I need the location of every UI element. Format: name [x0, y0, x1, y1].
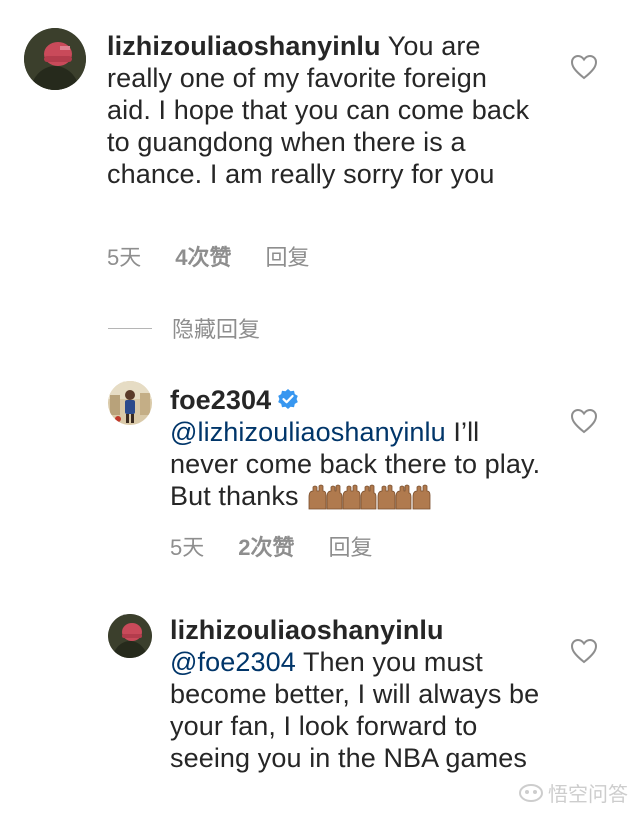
comment-time: 5天: [107, 245, 142, 270]
comment-time: 5天: [170, 535, 205, 560]
comment-meta: 5天 2次赞 回复: [170, 530, 373, 562]
watermark-text: 悟空问答: [548, 784, 628, 806]
mention-link[interactable]: @foe2304: [170, 647, 296, 677]
wukong-logo-icon: [519, 783, 543, 802]
mention-link[interactable]: @lizhizouliaoshanyinlu: [170, 417, 446, 447]
avatar-image: [108, 614, 152, 658]
avatar-image: [24, 28, 86, 90]
comment-text: lizhizouliaoshanyinlu You are really one…: [107, 30, 537, 190]
comment-username[interactable]: foe2304: [170, 385, 271, 415]
comment-username[interactable]: lizhizouliaoshanyinlu: [107, 31, 381, 61]
heart-outline-icon[interactable]: [570, 408, 598, 434]
hide-replies-button[interactable]: 隐藏回复: [108, 312, 260, 344]
avatar[interactable]: [108, 614, 152, 658]
heart-outline-icon[interactable]: [570, 638, 598, 664]
heart-outline-icon[interactable]: [570, 54, 598, 80]
comment-text: foe2304 @lizhizouliaoshanyinlu I’ll neve…: [170, 384, 550, 512]
raising-hands-emoji: [308, 484, 431, 510]
comment-text: lizhizouliaoshanyinlu @foe2304 Then you …: [170, 614, 540, 774]
avatar[interactable]: [108, 381, 152, 425]
divider-line: [108, 327, 152, 329]
comment-likes[interactable]: 4次赞: [175, 240, 231, 272]
reply-button[interactable]: 回复: [266, 240, 310, 272]
hide-replies-label: 隐藏回复: [172, 317, 261, 342]
comment-username[interactable]: lizhizouliaoshanyinlu: [170, 615, 444, 645]
reply-button[interactable]: 回复: [329, 530, 373, 562]
avatar[interactable]: [24, 28, 86, 90]
avatar-image: [108, 381, 152, 425]
verified-badge-icon: [278, 388, 299, 409]
comment-likes[interactable]: 2次赞: [238, 530, 294, 562]
watermark: 悟空问答: [518, 778, 628, 807]
comment-meta: 5天 4次赞 回复: [107, 240, 310, 272]
